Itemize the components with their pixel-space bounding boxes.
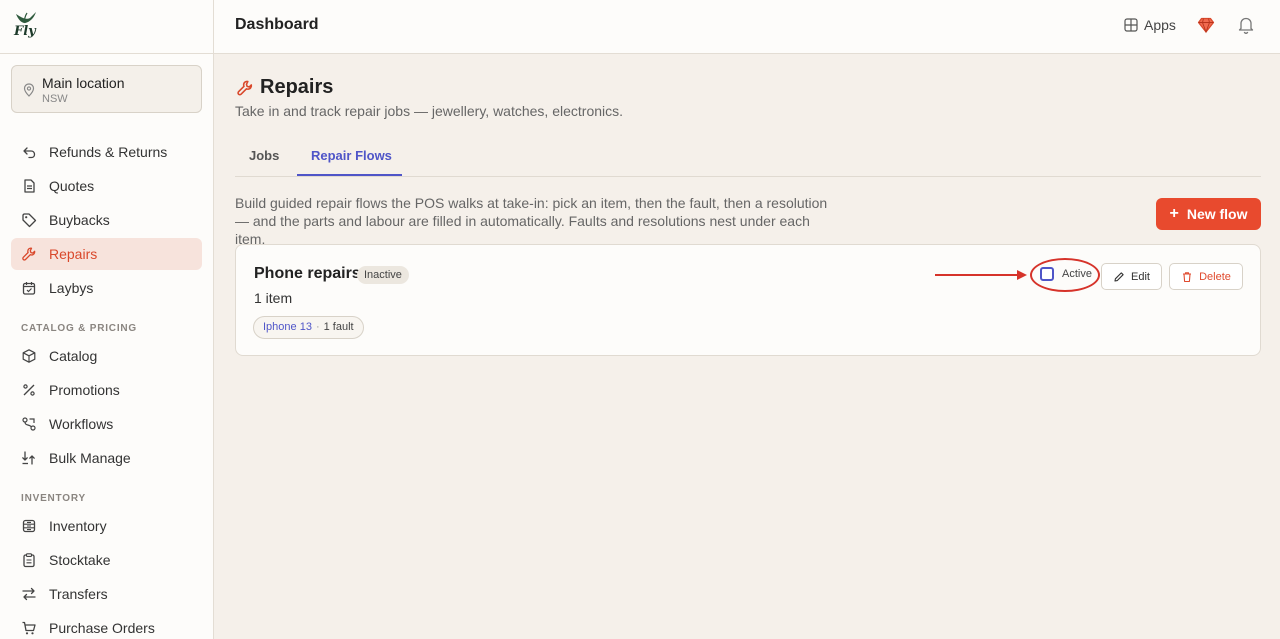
flow-item-chip[interactable]: Iphone 13 · 1 fault <box>253 316 364 339</box>
transfer-icon <box>22 587 36 601</box>
cart-icon <box>22 621 36 635</box>
sidebar-item-repairs[interactable]: Repairs <box>11 238 202 270</box>
clipboard-icon <box>23 553 35 568</box>
new-flow-label: New flow <box>1186 206 1248 222</box>
trash-icon <box>1183 271 1192 282</box>
sidebar-item-label: Inventory <box>49 518 107 534</box>
sidebar-item-refunds-returns[interactable]: Refunds & Returns <box>11 136 202 168</box>
location-region: NSW <box>42 93 68 105</box>
sidebar-item-label: Transfers <box>49 586 108 602</box>
apps-label: Apps <box>1144 17 1176 33</box>
bulk-icon <box>22 451 35 465</box>
sidebar-item-label: Laybys <box>49 280 94 296</box>
edit-button[interactable]: Edit <box>1101 263 1162 290</box>
location-name: Main location <box>42 75 125 91</box>
tab-repair-flows[interactable]: Repair Flows <box>311 148 392 163</box>
sidebar-item-transfers[interactable]: Transfers <box>11 578 202 610</box>
tab-jobs[interactable]: Jobs <box>249 148 279 163</box>
sidebar: Fly Main location NSW Refunds & Returns … <box>0 0 214 639</box>
tag-icon <box>22 213 37 228</box>
location-selector[interactable]: Main location NSW <box>11 65 202 113</box>
apps-button[interactable]: Apps <box>1124 17 1176 33</box>
chip-item-name: Iphone 13 <box>263 321 312 333</box>
chip-fault-count: 1 fault <box>323 321 354 333</box>
top-bar: Dashboard Apps <box>214 0 1280 54</box>
sidebar-item-workflows[interactable]: Workflows <box>11 408 202 440</box>
plus-icon: + <box>1169 205 1179 222</box>
sidebar-item-label: Stocktake <box>49 552 111 568</box>
tabs-divider <box>235 176 1261 177</box>
repair-flows-description: Build guided repair flows the POS walks … <box>235 195 828 247</box>
edit-label: Edit <box>1131 270 1150 283</box>
sidebar-item-label: Bulk Manage <box>49 450 131 466</box>
calendar-icon <box>22 282 36 295</box>
section-label-catalog-pricing: CATALOG & PRICING <box>21 323 138 334</box>
grid-icon <box>1124 18 1138 32</box>
sidebar-item-quotes[interactable]: Quotes <box>11 170 202 202</box>
sidebar-item-bulk-manage[interactable]: Bulk Manage <box>11 442 202 474</box>
wrench-icon <box>237 80 253 96</box>
flow-card: Phone repairs Inactive 1 item Iphone 13 ·… <box>235 244 1261 356</box>
pencil-icon <box>1114 271 1124 282</box>
workflow-icon <box>22 417 36 431</box>
page-title: Repairs <box>260 76 334 98</box>
delete-button[interactable]: Delete <box>1169 263 1243 290</box>
sidebar-item-label: Refunds & Returns <box>49 144 168 160</box>
sidebar-item-label: Workflows <box>49 416 114 432</box>
page-header-title: Dashboard <box>235 16 319 33</box>
sidebar-item-purchase-orders[interactable]: Purchase Orders <box>11 612 202 639</box>
sidebar-item-inventory[interactable]: Inventory <box>11 510 202 542</box>
section-label-inventory: INVENTORY <box>21 493 86 504</box>
annotation-arrow-icon <box>935 270 1027 280</box>
new-flow-button[interactable]: + New flow <box>1156 198 1261 230</box>
location-pin-icon <box>23 83 35 97</box>
percent-icon <box>23 384 35 396</box>
logo-wordmark: Fly <box>14 24 36 39</box>
sidebar-item-laybys[interactable]: Laybys <box>11 272 202 304</box>
document-icon <box>24 179 35 193</box>
wrench-icon <box>22 247 36 261</box>
chip-separator: · <box>315 321 320 333</box>
bell-icon[interactable] <box>1237 15 1255 35</box>
page-subtitle: Take in and track repair jobs — jeweller… <box>235 103 624 119</box>
undo-icon <box>23 147 36 159</box>
sidebar-item-label: Purchase Orders <box>49 620 155 636</box>
sidebar-divider <box>0 53 213 54</box>
sidebar-item-label: Quotes <box>49 178 95 194</box>
sidebar-item-promotions[interactable]: Promotions <box>11 374 202 406</box>
delete-label: Delete <box>1199 270 1231 283</box>
gem-icon[interactable] <box>1197 16 1215 34</box>
stack-icon <box>22 519 36 533</box>
sidebar-item-label: Buybacks <box>49 212 110 228</box>
sidebar-item-stocktake[interactable]: Stocktake <box>11 544 202 576</box>
sidebar-item-buybacks[interactable]: Buybacks <box>11 204 202 236</box>
sidebar-item-label: Promotions <box>49 382 120 398</box>
sidebar-item-label: Repairs <box>49 246 98 262</box>
sidebar-item-label: Catalog <box>49 348 98 364</box>
box-icon <box>22 349 36 363</box>
annotation-highlight-ellipse <box>1030 258 1100 292</box>
flow-item-count: 1 item <box>254 290 293 306</box>
status-badge: Inactive <box>357 266 409 284</box>
sidebar-item-catalog[interactable]: Catalog <box>11 340 202 372</box>
flow-name: Phone repairs <box>254 265 361 282</box>
